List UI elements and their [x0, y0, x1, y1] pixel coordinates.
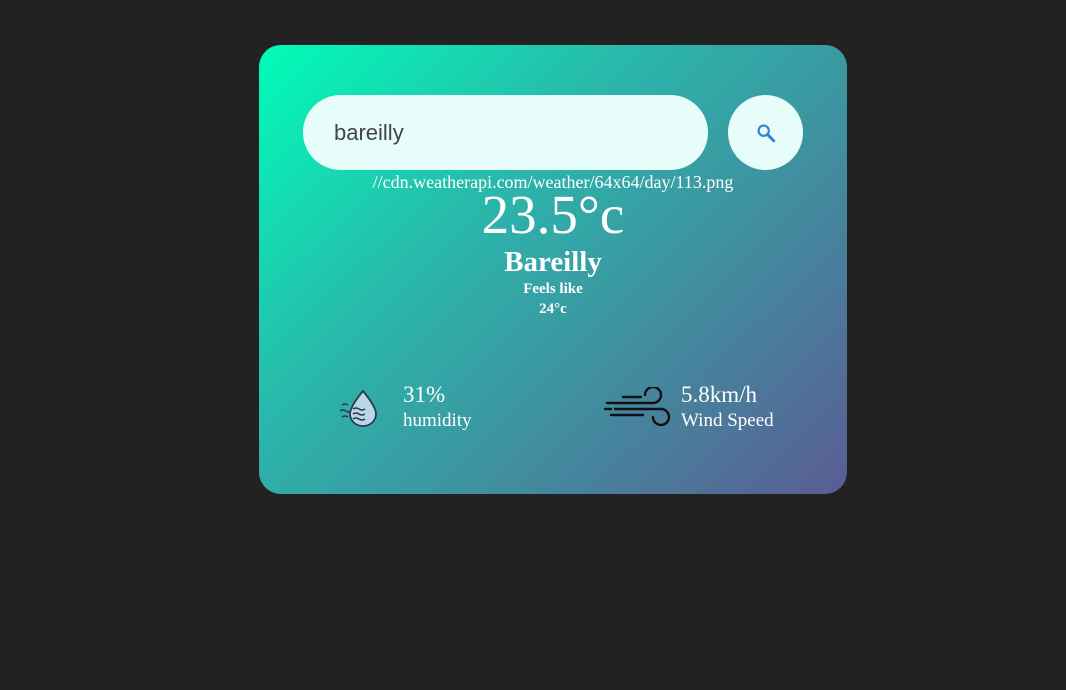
humidity-stat: 31% humidity: [339, 381, 472, 433]
wind-speed-value: 5.8km/h: [681, 382, 758, 407]
city-name: Bareilly: [504, 246, 602, 278]
wind-speed-label: Wind Speed: [681, 410, 774, 431]
search-icon: [756, 123, 775, 142]
humidity-value: 31%: [403, 382, 446, 407]
temperature: 23.5°c: [481, 184, 625, 245]
wind-icon: [603, 387, 671, 427]
humidity-label: humidity: [403, 410, 472, 431]
city-search-input[interactable]: [303, 95, 708, 170]
feels-like-label: Feels like: [523, 281, 583, 297]
weather-card: //cdn.weatherapi.com/weather/64x64/day/1…: [259, 45, 847, 494]
humidity-icon: [339, 389, 377, 427]
search-button[interactable]: [728, 95, 803, 170]
feels-like-value: 24°c: [539, 301, 567, 317]
wind-stat: 5.8km/h Wind Speed: [603, 381, 774, 433]
